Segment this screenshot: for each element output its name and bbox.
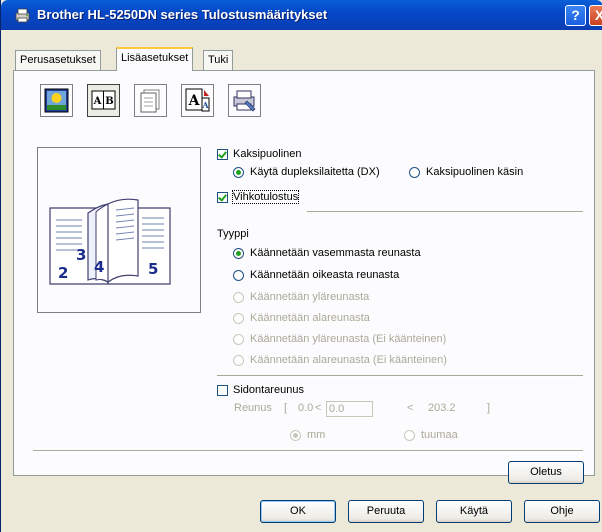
duplex-device-label: Käytä dupleksilaitetta (DX) (250, 166, 380, 178)
unit-mm-radio[interactable] (290, 430, 301, 441)
offset-less-than-1: < (315, 402, 322, 414)
booklet-label: Vihkotulostus (231, 190, 300, 204)
booklet-separator (307, 211, 583, 213)
duplex-device-radio[interactable] (233, 167, 244, 178)
offset-bracket-open: [ (284, 402, 288, 414)
watermark-button[interactable] (40, 84, 73, 117)
binding-offset-label: Sidontareunus (233, 384, 304, 396)
duplex-label: Kaksipuolinen (233, 148, 302, 160)
type-right-edge-radio[interactable] (233, 270, 244, 281)
unit-inch-radio[interactable] (404, 430, 415, 441)
duplex-manual-label: Kaksipuolinen käsin (426, 166, 524, 178)
binding-offset-checkbox[interactable] (217, 385, 228, 396)
tab-basic[interactable]: Perusasetukset (15, 50, 101, 70)
duplex-manual-radio[interactable] (409, 167, 420, 178)
offset-value-input[interactable]: 0.0 (326, 401, 373, 417)
page-number-5: 5 (148, 260, 158, 278)
unit-inch-label: tuumaa (421, 429, 458, 441)
page-number-3: 3 (76, 246, 86, 264)
window-title: Brother HL-5250DN series Tulostusmäärity… (37, 7, 328, 22)
offset-less-than-2: < (407, 402, 414, 414)
close-title-button[interactable]: X (589, 5, 602, 26)
duplex-button[interactable]: A B (87, 84, 120, 117)
offset-max-value: 203.2 (428, 402, 456, 414)
page-number-4: 4 (94, 258, 104, 276)
svg-text:A: A (93, 96, 102, 107)
booklet-checkbox[interactable] (217, 192, 228, 203)
printer-preferences-dialog: Brother HL-5250DN series Tulostusmäärity… (0, 0, 602, 532)
type-bottom-edge-nonreverse-label: Käännetään alareunasta (Ei käänteinen) (250, 354, 447, 366)
page-setting-icon: A A (185, 88, 210, 112)
type-top-edge-nonreverse-label: Käännetään yläreunasta (Ei käänteinen) (250, 333, 447, 345)
tab-support[interactable]: Tuki (203, 50, 234, 70)
bottom-separator (33, 450, 583, 452)
apply-button[interactable]: Käytä (436, 500, 512, 523)
page-number-2: 2 (58, 264, 68, 282)
svg-text:A: A (188, 93, 201, 109)
watermark-icon (44, 88, 69, 113)
printer-icon (15, 8, 30, 23)
svg-text:B: B (105, 96, 113, 107)
duplex-icon: A B (91, 90, 116, 110)
cancel-button[interactable]: Peruuta (348, 500, 424, 523)
type-top-edge-radio[interactable] (233, 292, 244, 303)
offset-min-value: 0.0 (298, 402, 314, 414)
device-options-icon (233, 90, 256, 112)
svg-text:A: A (201, 100, 209, 110)
type-top-edge-nonreverse-radio[interactable] (233, 334, 244, 345)
copy-button[interactable] (134, 84, 167, 117)
page-setting-button[interactable]: A A (181, 84, 214, 117)
type-top-edge-label: Käännetään yläreunasta (250, 291, 370, 303)
type-right-edge-label: Käännetään oikeasta reunasta (250, 269, 400, 281)
device-options-button[interactable] (228, 84, 261, 117)
offset-range-label: Reunus (234, 402, 272, 414)
offset-bracket-close: ] (487, 402, 491, 414)
type-bottom-edge-label: Käännetään alareunasta (250, 312, 370, 324)
type-heading: Tyyppi (217, 228, 249, 240)
default-button[interactable]: Oletus (508, 461, 584, 484)
type-bottom-edge-nonreverse-radio[interactable] (233, 355, 244, 366)
type-left-edge-label: Käännetään vasemmasta reunasta (250, 247, 421, 259)
duplex-checkbox[interactable] (217, 149, 228, 160)
copy-icon (140, 89, 160, 113)
unit-mm-label: mm (307, 429, 326, 441)
type-bottom-edge-radio[interactable] (233, 313, 244, 324)
booklet-preview-image: 2 3 4 5 (49, 198, 171, 285)
title-bar[interactable]: Brother HL-5250DN series Tulostusmäärity… (1, 0, 602, 30)
ok-button[interactable]: OK (260, 500, 336, 523)
help-button[interactable]: Ohje (524, 500, 600, 523)
help-title-button[interactable]: ? (565, 5, 586, 26)
type-separator (217, 375, 583, 377)
booklet-preview: 2 3 4 5 (37, 147, 201, 313)
type-left-edge-radio[interactable] (233, 248, 244, 259)
tab-advanced[interactable]: Lisäasetukset (116, 47, 194, 71)
